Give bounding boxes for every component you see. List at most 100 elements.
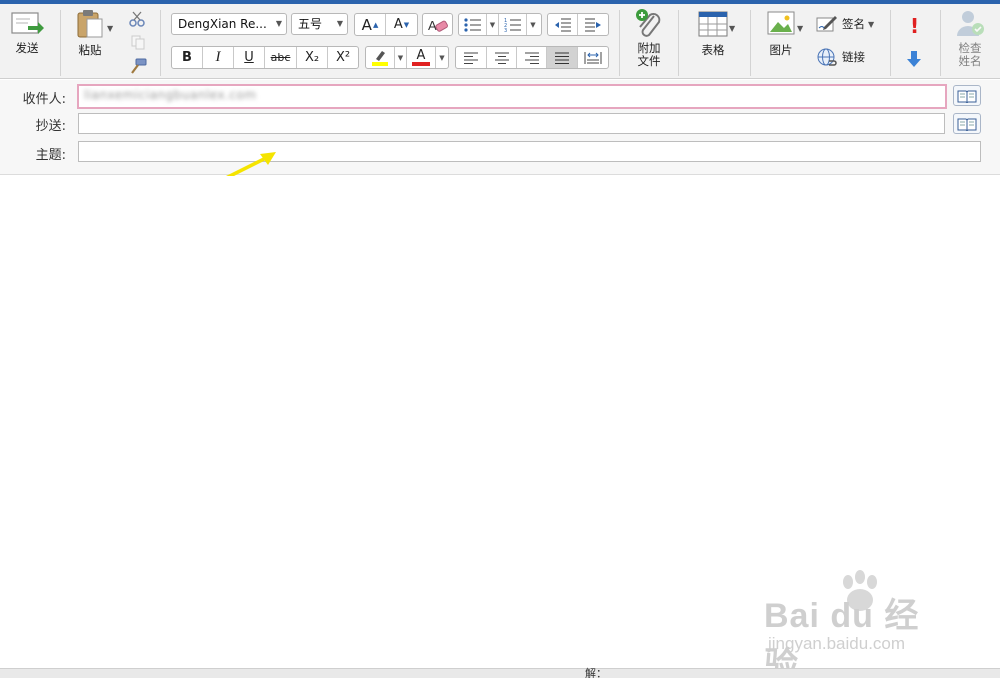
align-right-button[interactable] (517, 47, 547, 68)
numbering-icon: 123 (504, 18, 521, 32)
bottom-status-strip: 解： (0, 667, 1000, 678)
subscript-button[interactable]: X₂ (297, 47, 328, 68)
justify-icon (555, 52, 569, 64)
align-right-icon (524, 52, 539, 64)
to-address-book-button[interactable] (953, 85, 981, 106)
font-name-select[interactable]: DengXian Re... ▼ (171, 13, 287, 35)
italic-button[interactable]: I (203, 47, 234, 68)
alignment-group (455, 46, 609, 69)
copy-icon[interactable] (130, 34, 146, 50)
signature-label: 签名 (842, 17, 865, 31)
superscript-button[interactable]: X² (328, 47, 358, 68)
svg-text:3: 3 (504, 28, 507, 32)
divider (750, 10, 751, 76)
highlight-button[interactable] (366, 47, 395, 68)
table-dropdown[interactable]: ▼ (729, 24, 735, 33)
justify-button[interactable] (547, 47, 578, 68)
to-label: 收件人: (22, 92, 66, 107)
bullets-dropdown[interactable]: ▼ (487, 14, 499, 35)
text-style-group: B I U abc X₂ X² (171, 46, 359, 69)
indent-icon (585, 18, 601, 31)
paste-icon (77, 10, 103, 38)
clear-formatting-icon: A (428, 18, 448, 33)
check-names-button[interactable]: 检查 姓名 (950, 8, 990, 68)
divider (60, 10, 61, 76)
paste-label: 粘贴 (78, 43, 102, 57)
outdent-icon (554, 18, 571, 31)
cc-field[interactable] (78, 113, 945, 134)
indent-button[interactable] (578, 14, 608, 35)
font-color-letter: A (416, 47, 426, 63)
align-left-button[interactable] (456, 47, 487, 68)
link-label: 链接 (842, 50, 865, 64)
bold-button[interactable]: B (172, 47, 203, 68)
clear-formatting-button[interactable]: A (422, 13, 453, 36)
align-left-icon (464, 52, 478, 64)
baidu-watermark: Bai du 经验 jingyan.baidu.com (764, 570, 954, 678)
outdent-button[interactable] (548, 14, 578, 35)
highlight-dropdown[interactable]: ▼ (395, 47, 407, 68)
font-size-select[interactable]: 五号 ▼ (291, 13, 348, 35)
address-book-icon (957, 90, 977, 103)
cc-address-book-button[interactable] (953, 113, 981, 134)
strikethrough-button[interactable]: abc (265, 47, 297, 68)
divider (619, 10, 620, 76)
numbering-button[interactable]: 123 (499, 14, 527, 35)
indent-group (547, 13, 609, 36)
font-color-dropdown[interactable]: ▼ (436, 47, 448, 68)
distributed-button[interactable] (578, 47, 608, 68)
low-importance-icon[interactable] (905, 50, 923, 68)
address-book-icon (957, 118, 977, 131)
shrink-arrow-icon: ▼ (403, 20, 410, 29)
grow-font-letter: A (361, 15, 372, 34)
high-importance-icon[interactable]: ! (910, 14, 919, 38)
font-color-button[interactable]: A (407, 47, 436, 68)
signature-dropdown[interactable]: ▼ (868, 20, 874, 29)
footer-partial-text: 解： (585, 667, 607, 678)
underline-button[interactable]: U (234, 47, 265, 68)
font-grow-shrink-group: A ▲ A ▼ (354, 13, 418, 36)
align-center-button[interactable] (487, 47, 517, 68)
divider (890, 10, 891, 76)
chevron-down-icon: ▼ (275, 19, 282, 28)
paste-button[interactable]: 粘贴 (70, 8, 110, 57)
picture-label: 图片 (769, 43, 793, 57)
signature-icon (816, 16, 837, 32)
paste-options-dropdown[interactable]: ▼ (107, 24, 113, 33)
attach-icon (636, 9, 661, 37)
link-icon (817, 48, 837, 66)
send-button[interactable]: 发送 (8, 8, 46, 55)
to-recipient-value: lianxemiciangbuanlex.com (84, 88, 257, 102)
send-label: 发送 (15, 41, 39, 55)
bullets-button[interactable] (459, 14, 487, 35)
font-size-value: 五号 (298, 17, 323, 31)
align-center-icon (494, 52, 509, 64)
shrink-font-button[interactable]: A ▼ (386, 14, 417, 35)
highlighter-icon (372, 50, 388, 66)
watermark-brand: Bai du 经验 (764, 597, 920, 678)
picture-icon (767, 11, 795, 35)
subject-label: 主题: (35, 148, 66, 163)
attach-label-line2: 文件 (637, 54, 661, 68)
divider (160, 10, 161, 76)
numbering-dropdown[interactable]: ▼ (527, 14, 539, 35)
font-name-value: DengXian Re... (178, 17, 267, 31)
color-group: ▼ A ▼ (365, 46, 449, 69)
attach-file-button[interactable]: 附加 文件 (630, 8, 668, 68)
watermark-url: jingyan.baidu.com (768, 634, 906, 653)
chevron-down-icon: ▼ (336, 19, 343, 28)
signature-button[interactable]: 签名 ▼ (816, 15, 874, 33)
cc-label: 抄送: (35, 119, 66, 134)
check-names-label-line2: 姓名 (958, 54, 982, 68)
divider (940, 10, 941, 76)
link-button[interactable]: 链接 (816, 47, 865, 67)
check-names-icon (957, 11, 984, 36)
table-label: 表格 (701, 43, 725, 57)
grow-font-button[interactable]: A ▲ (355, 14, 386, 35)
bullets-icon (463, 17, 481, 32)
picture-dropdown[interactable]: ▼ (797, 24, 803, 33)
format-painter-icon[interactable] (128, 57, 148, 75)
cut-icon[interactable] (128, 10, 146, 28)
list-buttons-group: ▼ 123 ▼ (458, 13, 542, 36)
grow-arrow-icon: ▲ (372, 20, 379, 29)
